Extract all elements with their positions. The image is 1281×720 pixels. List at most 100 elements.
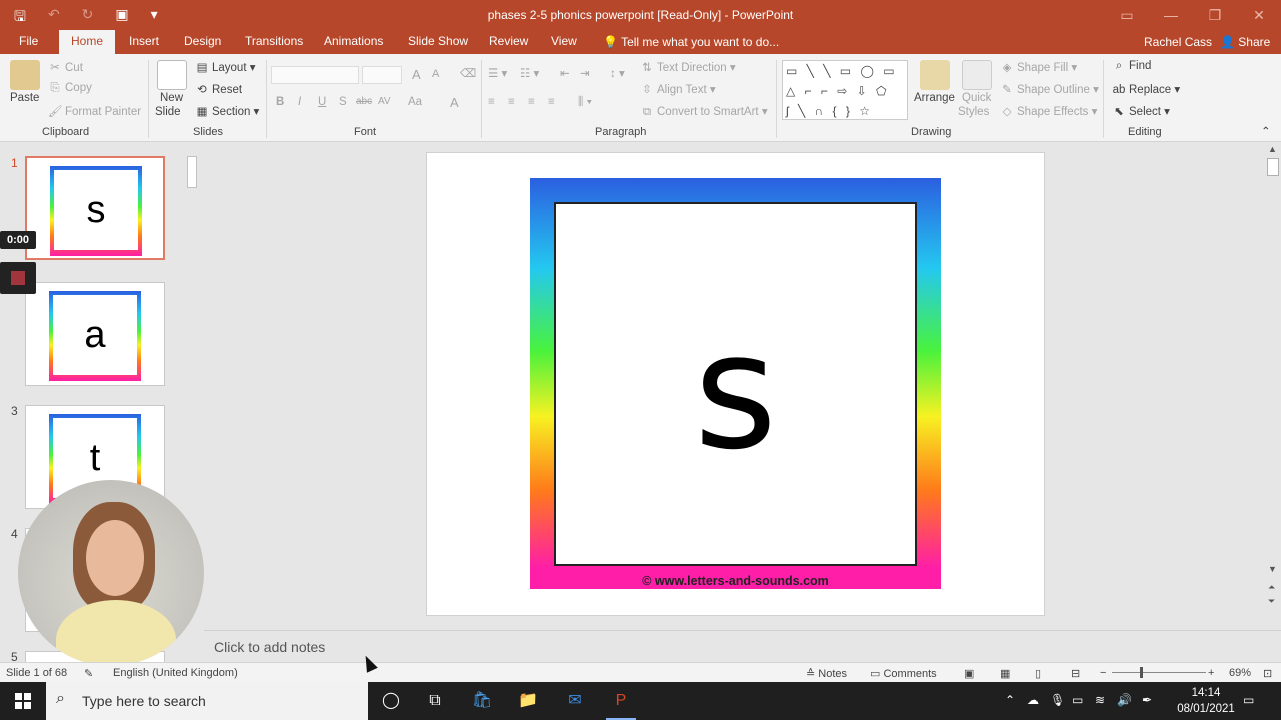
scroll-down-icon[interactable]: ▼ xyxy=(1268,564,1277,574)
find-button[interactable]: ⌕ Find xyxy=(1112,60,1152,73)
fit-to-window-icon[interactable]: ⊡ xyxy=(1263,667,1272,680)
tab-file[interactable]: File xyxy=(19,34,38,48)
zoom-in-icon[interactable]: + xyxy=(1208,667,1214,679)
task-view-icon[interactable]: ⧉ xyxy=(412,682,458,720)
pen-icon[interactable]: ✒ xyxy=(1142,693,1152,707)
change-case-button[interactable]: Aa xyxy=(408,96,422,108)
line-spacing-icon[interactable]: ↕ ▾ xyxy=(610,66,625,80)
font-color-button[interactable]: A xyxy=(450,95,459,110)
tab-design[interactable]: Design xyxy=(184,34,221,48)
tab-slide-show[interactable]: Slide Show xyxy=(408,34,468,48)
slide-sorter-icon[interactable]: ▦ xyxy=(1000,667,1010,680)
underline-button[interactable]: U xyxy=(318,96,326,108)
character-spacing-button[interactable]: AV xyxy=(378,96,391,107)
quick-styles-icon[interactable] xyxy=(962,60,992,90)
store-icon[interactable]: 🛍 xyxy=(459,682,505,720)
cut-button[interactable]: ✂ Cut xyxy=(48,60,83,74)
ribbon-display-options-icon[interactable]: ▭ xyxy=(1105,0,1149,30)
convert-to-smartart-button[interactable]: ⧉ Convert to SmartArt ▾ xyxy=(640,104,768,119)
increase-indent-icon[interactable]: ⇥ xyxy=(580,66,590,80)
zoom-level[interactable]: 69% xyxy=(1229,667,1251,679)
italic-button[interactable]: I xyxy=(298,96,301,108)
notes-toggle[interactable]: ≙ Notes xyxy=(806,667,847,680)
paste-button[interactable]: Paste xyxy=(10,92,39,104)
next-slide-icon[interactable]: ⏷ xyxy=(1268,596,1275,607)
scroll-up-icon[interactable]: ▲ xyxy=(1268,144,1277,154)
section-button[interactable]: ▦ Section ▾ xyxy=(195,104,260,118)
thumbnail-scrollbar-thumb[interactable] xyxy=(187,156,197,188)
system-clock[interactable]: 14:14 08/01/2021 xyxy=(1172,685,1240,717)
tab-view[interactable]: View xyxy=(551,34,577,48)
replace-button[interactable]: ab Replace ▾ xyxy=(1112,82,1181,96)
shape-outline-button[interactable]: ✎ Shape Outline ▾ xyxy=(1000,82,1099,96)
zoom-out-icon[interactable]: − xyxy=(1100,667,1106,679)
decrease-indent-icon[interactable]: ⇤ xyxy=(560,66,570,80)
shape-effects-button[interactable]: ◇ Shape Effects ▾ xyxy=(1000,104,1098,118)
powerpoint-taskbar-icon[interactable]: P xyxy=(598,682,644,720)
zoom-slider-thumb[interactable] xyxy=(1140,667,1143,678)
notes-placeholder[interactable]: Click to add notes xyxy=(214,639,325,655)
microphone-icon[interactable]: 🎙 xyxy=(1050,693,1065,707)
slide-thumbnail[interactable]: a xyxy=(25,282,165,386)
arrange-icon[interactable] xyxy=(920,60,950,90)
normal-view-icon[interactable]: ▣ xyxy=(964,667,974,680)
comments-toggle[interactable]: ▭ Comments xyxy=(870,667,937,680)
slideshow-view-icon[interactable]: ⊟ xyxy=(1071,667,1080,680)
onedrive-icon[interactable]: ☁ xyxy=(1027,693,1039,707)
slide-scrollbar-thumb[interactable] xyxy=(1267,158,1279,176)
text-shadow-button[interactable]: S xyxy=(339,96,347,108)
reset-button[interactable]: ⟲ Reset xyxy=(195,82,242,96)
collapse-ribbon-icon[interactable]: ⌃ xyxy=(1261,124,1271,138)
arrange-button[interactable]: Arrange xyxy=(914,92,955,104)
copy-button[interactable]: ⎘ Copy xyxy=(48,82,91,95)
font-family-dropdown[interactable] xyxy=(271,66,359,84)
wifi-icon[interactable]: ≋ xyxy=(1095,693,1105,707)
restore-button[interactable]: ❐ xyxy=(1193,0,1237,30)
battery-icon[interactable]: ▭ xyxy=(1072,693,1083,707)
tell-me-search[interactable]: 💡 Tell me what you want to do... xyxy=(603,35,779,49)
close-button[interactable]: ✕ xyxy=(1237,0,1281,30)
quick-styles-label-1[interactable]: Quick xyxy=(962,92,991,104)
cortana-icon[interactable]: ◯ xyxy=(368,682,414,720)
bold-button[interactable]: B xyxy=(276,96,284,108)
taskbar-search-placeholder[interactable]: Type here to search xyxy=(82,693,206,709)
taskbar-search[interactable]: ⌕ Type here to search xyxy=(46,682,368,720)
volume-icon[interactable]: 🔊 xyxy=(1117,693,1132,707)
bullets-icon[interactable]: ☰ ▾ xyxy=(488,66,507,80)
align-right-icon[interactable]: ≡ xyxy=(528,96,535,108)
file-explorer-icon[interactable]: 📁 xyxy=(505,682,551,720)
mail-icon[interactable]: ✉ xyxy=(552,682,598,720)
slide-scrollbar[interactable]: ▲ ▼ ⏶ ⏷ xyxy=(1265,142,1281,610)
reading-view-icon[interactable]: ▯ xyxy=(1035,667,1041,680)
clear-formatting-icon[interactable]: ⌫ xyxy=(460,66,476,80)
shrink-font-button[interactable]: A xyxy=(432,68,439,80)
select-button[interactable]: ⬉ Select ▾ xyxy=(1112,104,1170,118)
new-slide-icon[interactable] xyxy=(157,60,187,90)
font-size-dropdown[interactable] xyxy=(362,66,402,84)
quick-styles-label-2[interactable]: Styles xyxy=(958,106,989,118)
justify-icon[interactable]: ≡ xyxy=(548,96,555,108)
tab-home[interactable]: Home xyxy=(59,30,116,54)
align-left-icon[interactable]: ≡ xyxy=(488,96,495,108)
share-button[interactable]: 👤 Share xyxy=(1220,35,1270,49)
spelling-check-icon[interactable]: ✎ xyxy=(84,667,93,680)
align-center-icon[interactable]: ≡ xyxy=(508,96,515,108)
layout-button[interactable]: ▤ Layout ▾ xyxy=(195,60,256,74)
new-slide-label-2[interactable]: Slide xyxy=(155,106,181,118)
tab-animations[interactable]: Animations xyxy=(324,34,383,48)
grow-font-button[interactable]: A xyxy=(412,67,421,82)
tab-transitions[interactable]: Transitions xyxy=(245,34,303,48)
strikethrough-button[interactable]: abc xyxy=(356,96,372,107)
previous-slide-icon[interactable]: ⏶ xyxy=(1268,582,1275,593)
rainbow-letter-card[interactable]: s © www.letters-and-sounds.com xyxy=(530,178,941,589)
user-name[interactable]: Rachel Cass xyxy=(1144,35,1212,49)
shapes-gallery[interactable]: ▭ ╲ ╲ ▭ ◯ ▭ △ ⌐ ⌐ ⇨ ⇩ ⬠ ʃ ╲ ∩ { } ☆ xyxy=(782,60,908,120)
numbering-icon[interactable]: ☷ ▾ xyxy=(520,66,539,80)
shape-fill-button[interactable]: ◈ Shape Fill ▾ xyxy=(1000,60,1078,74)
stop-recording-button[interactable] xyxy=(0,262,36,294)
columns-icon[interactable]: ⫼ ▾ xyxy=(578,96,592,109)
show-hidden-icons-icon[interactable]: ⌃ xyxy=(1005,693,1015,707)
language-indicator[interactable]: English (United Kingdom) xyxy=(113,667,238,679)
tab-insert[interactable]: Insert xyxy=(129,34,159,48)
align-text-button[interactable]: ⇳ Align Text ▾ xyxy=(640,82,715,96)
